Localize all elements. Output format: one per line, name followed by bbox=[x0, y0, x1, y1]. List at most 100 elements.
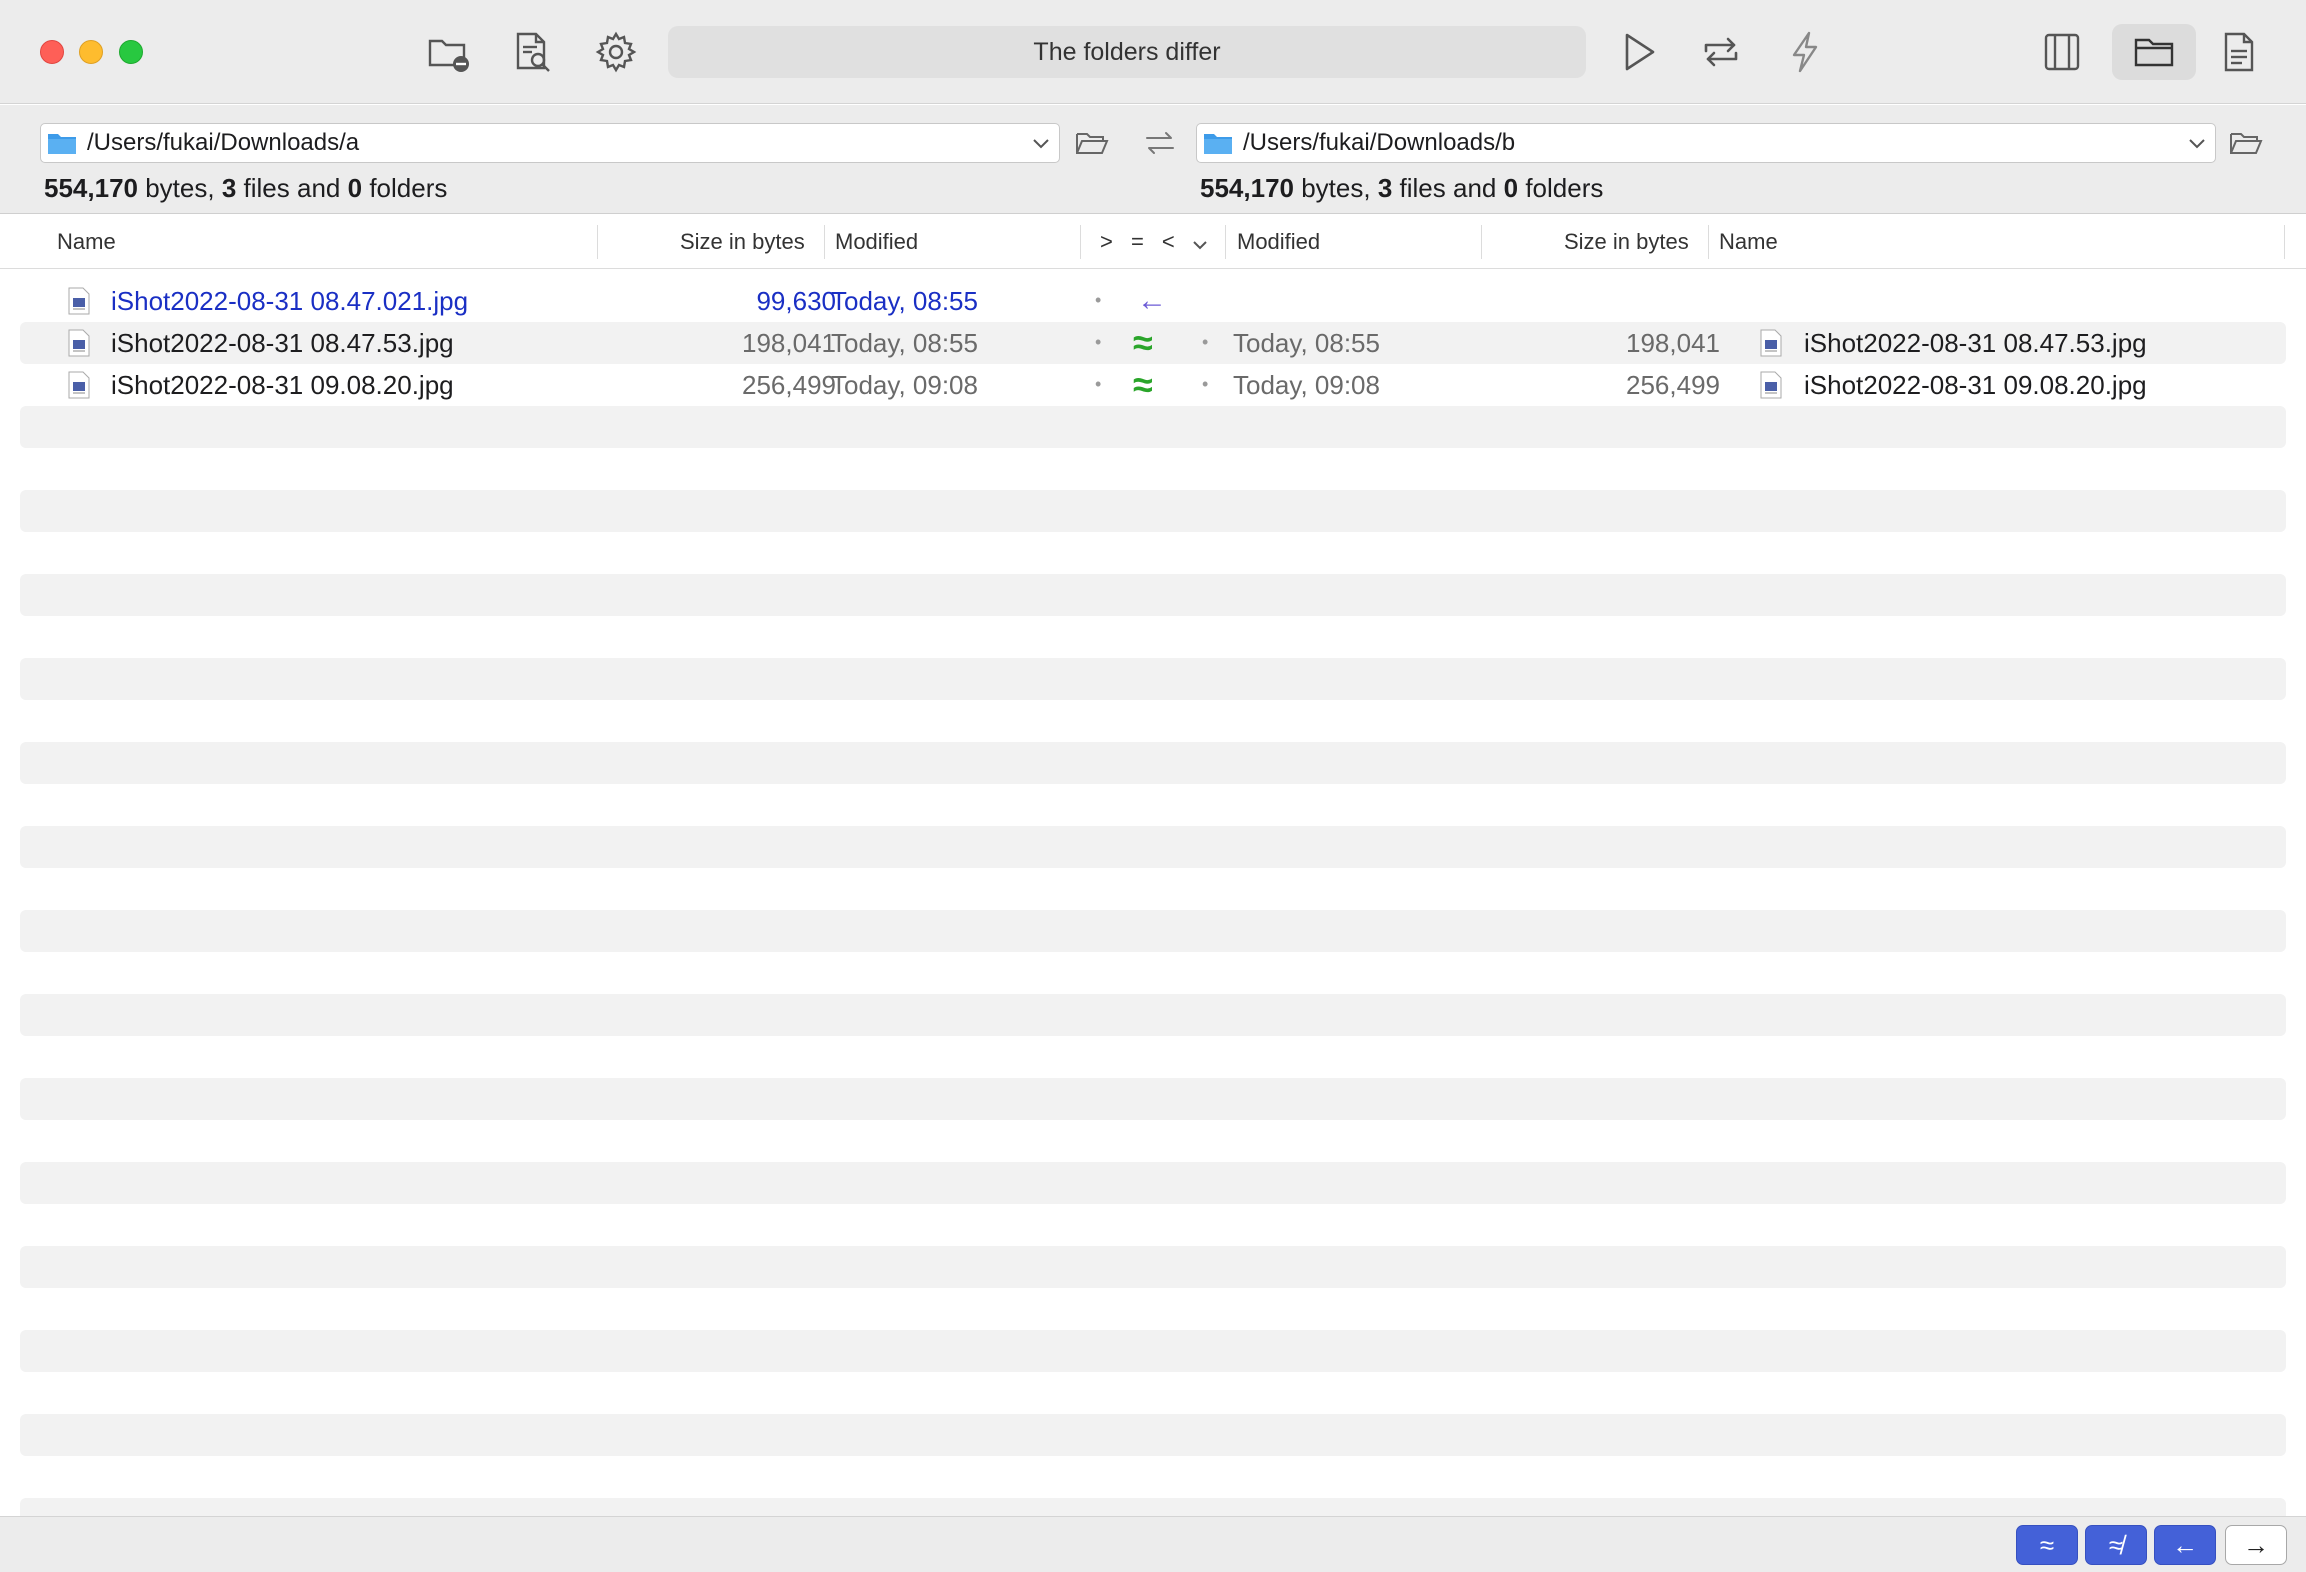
table-row bbox=[20, 490, 2286, 532]
filter-left-only-button[interactable]: ← bbox=[2154, 1525, 2216, 1565]
left-file-size: 99,630 bbox=[756, 286, 836, 316]
left-file-size: 198,041 bbox=[742, 328, 836, 358]
file-list: iShot2022-08-31 08.47.021.jpg 99,630 Tod… bbox=[0, 270, 2306, 1516]
left-file-modified: Today, 08:55 bbox=[831, 328, 978, 358]
left-file-size: 256,499 bbox=[742, 370, 836, 400]
table-row bbox=[20, 406, 2286, 448]
similar-icon[interactable]: ≈ bbox=[1133, 364, 1153, 406]
compare-dot: • bbox=[1095, 374, 1102, 394]
similar-icon[interactable]: ≈ bbox=[1133, 322, 1153, 364]
folder-minus-icon[interactable] bbox=[422, 26, 474, 78]
swap-sides-icon[interactable] bbox=[1140, 125, 1180, 161]
lightning-icon[interactable] bbox=[1779, 26, 1831, 78]
column-separator[interactable] bbox=[1080, 225, 1081, 259]
left-size-column-header[interactable]: Size in bytes bbox=[680, 229, 805, 255]
files-label: files and bbox=[1399, 173, 1497, 203]
table-row bbox=[20, 1414, 2286, 1456]
column-separator[interactable] bbox=[1481, 225, 1482, 259]
compare-dot: • bbox=[1202, 374, 1209, 394]
right-summary: 554,170 bytes, 3 files and 0 folders bbox=[1200, 173, 1603, 204]
chevron-down-icon[interactable] bbox=[1023, 125, 1059, 161]
sidebar-panel-icon[interactable] bbox=[2036, 26, 2088, 78]
compare-column-header[interactable]: > = < bbox=[1100, 229, 1181, 255]
image-file-icon bbox=[68, 329, 90, 357]
files-label: files and bbox=[243, 173, 341, 203]
table-row bbox=[20, 1330, 2286, 1372]
repeat-icon[interactable] bbox=[1695, 26, 1747, 78]
right-path-text: /Users/fukai/Downloads/b bbox=[1243, 129, 1516, 156]
left-path-text: /Users/fukai/Downloads/a bbox=[87, 129, 360, 156]
chevron-down-icon[interactable] bbox=[1191, 231, 1209, 257]
right-name-column-header[interactable]: Name bbox=[1719, 229, 1778, 255]
table-row[interactable]: iShot2022-08-31 08.47.53.jpg 198,041 Tod… bbox=[20, 322, 2286, 364]
table-row bbox=[20, 574, 2286, 616]
right-files-count: 3 bbox=[1377, 173, 1393, 203]
right-size-column-header[interactable]: Size in bytes bbox=[1564, 229, 1689, 255]
table-row bbox=[20, 994, 2286, 1036]
chevron-down-icon[interactable] bbox=[2179, 125, 2215, 161]
right-bytes-count: 554,170 bbox=[1200, 173, 1294, 203]
document-search-icon[interactable] bbox=[507, 26, 559, 78]
image-file-icon bbox=[1760, 329, 1782, 357]
image-file-icon bbox=[68, 371, 90, 399]
bytes-label: bytes, bbox=[145, 173, 215, 203]
table-row bbox=[20, 1162, 2286, 1204]
column-separator[interactable] bbox=[597, 225, 598, 259]
left-summary: 554,170 bytes, 3 files and 0 folders bbox=[44, 173, 447, 204]
image-file-icon bbox=[1760, 371, 1782, 399]
column-separator[interactable] bbox=[2284, 225, 2285, 259]
right-open-folder-icon[interactable] bbox=[2226, 125, 2266, 161]
table-row[interactable]: iShot2022-08-31 09.08.20.jpg 256,499 Tod… bbox=[20, 364, 2286, 406]
play-icon[interactable] bbox=[1612, 26, 1664, 78]
image-file-icon bbox=[68, 287, 90, 315]
column-separator[interactable] bbox=[1225, 225, 1226, 259]
left-path-combo[interactable]: /Users/fukai/Downloads/a bbox=[40, 123, 1060, 163]
compare-dot: • bbox=[1095, 290, 1102, 310]
right-modified-column-header[interactable]: Modified bbox=[1237, 229, 1320, 255]
right-folders-count: 0 bbox=[1503, 173, 1519, 203]
left-file-modified: Today, 09:08 bbox=[831, 370, 978, 400]
table-row bbox=[20, 658, 2286, 700]
table-row bbox=[20, 910, 2286, 952]
table-row[interactable]: iShot2022-08-31 08.47.021.jpg 99,630 Tod… bbox=[20, 280, 2286, 322]
right-path-combo[interactable]: /Users/fukai/Downloads/b bbox=[1196, 123, 2216, 163]
document-view-icon[interactable] bbox=[2213, 26, 2265, 78]
filter-different-button[interactable]: ≉ bbox=[2085, 1525, 2147, 1565]
compare-dot: • bbox=[1095, 332, 1102, 352]
right-file-size: 198,041 bbox=[1626, 328, 1720, 358]
minimize-window-button[interactable] bbox=[79, 40, 103, 64]
filter-right-only-button[interactable]: → bbox=[2225, 1525, 2287, 1565]
column-separator[interactable] bbox=[824, 225, 825, 259]
filter-similar-button[interactable]: ≈ bbox=[2016, 1525, 2078, 1565]
right-file-modified: Today, 09:08 bbox=[1233, 370, 1380, 400]
right-file-size: 256,499 bbox=[1626, 370, 1720, 400]
left-file-name: iShot2022-08-31 08.47.53.jpg bbox=[111, 328, 454, 358]
table-row bbox=[20, 1078, 2286, 1120]
table-row bbox=[20, 742, 2286, 784]
left-modified-column-header[interactable]: Modified bbox=[835, 229, 918, 255]
copy-left-arrow-icon[interactable]: ← bbox=[1137, 280, 1167, 322]
left-name-column-header[interactable]: Name bbox=[57, 229, 116, 255]
left-file-modified: Today, 08:55 bbox=[831, 286, 978, 316]
comparison-status: The folders differ bbox=[668, 26, 1586, 78]
column-separator[interactable] bbox=[1708, 225, 1709, 259]
table-row bbox=[20, 1246, 2286, 1288]
zoom-window-button[interactable] bbox=[119, 40, 143, 64]
toolbar: The folders differ bbox=[0, 0, 2306, 104]
left-bytes-count: 554,170 bbox=[44, 173, 138, 203]
folders-label: folders bbox=[369, 173, 448, 203]
path-bar: /Users/fukai/Downloads/a /Users/fukai/Do… bbox=[0, 105, 2306, 214]
close-window-button[interactable] bbox=[40, 40, 64, 64]
folder-view-icon[interactable] bbox=[2112, 24, 2196, 80]
folder-icon bbox=[48, 134, 76, 154]
folder-icon bbox=[1204, 134, 1232, 154]
bytes-label: bytes, bbox=[1301, 173, 1371, 203]
right-file-name: iShot2022-08-31 08.47.53.jpg bbox=[1804, 328, 2147, 358]
right-file-modified: Today, 08:55 bbox=[1233, 328, 1380, 358]
gear-icon[interactable] bbox=[590, 26, 642, 78]
bottom-filter-bar: ≈ ≉ ← → bbox=[0, 1516, 2306, 1572]
right-file-name: iShot2022-08-31 09.08.20.jpg bbox=[1804, 370, 2147, 400]
column-header: Name Size in bytes Modified > = < Modifi… bbox=[0, 215, 2306, 269]
left-files-count: 3 bbox=[221, 173, 237, 203]
left-open-folder-icon[interactable] bbox=[1072, 125, 1112, 161]
